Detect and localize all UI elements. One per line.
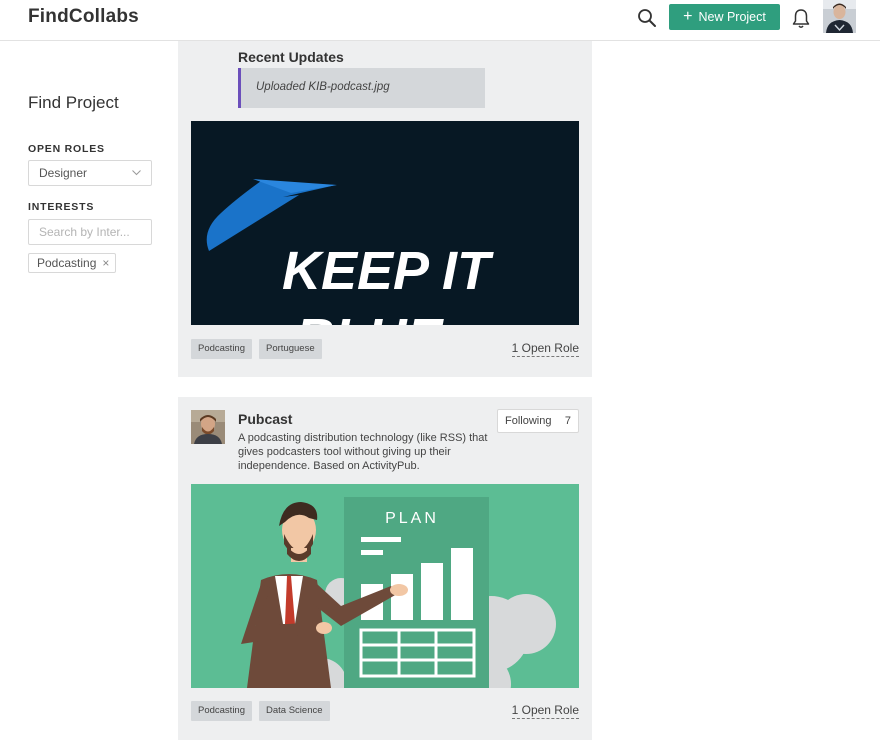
following-label: Following (505, 415, 552, 427)
project-card: Recent Updates Uploaded KIB-podcast.jpg … (178, 41, 592, 377)
tag-list: Podcasting Portuguese (191, 339, 322, 359)
new-project-button[interactable]: + New Project (669, 4, 780, 30)
project-image[interactable]: KEEP IT BLUE (191, 121, 579, 325)
image-text-line1: KEEP IT (282, 241, 494, 301)
following-button[interactable]: Following 7 (497, 409, 579, 433)
user-avatar[interactable] (823, 0, 856, 33)
project-name[interactable]: Pubcast (238, 411, 292, 427)
open-roles-select[interactable]: Designer (28, 160, 152, 186)
open-roles-link[interactable]: 1 Open Role (511, 341, 579, 357)
open-roles-link[interactable]: 1 Open Role (511, 703, 579, 719)
project-description: A podcasting distribution technology (li… (238, 432, 488, 472)
tag[interactable]: Portuguese (259, 339, 322, 359)
recent-updates-title: Recent Updates (238, 49, 344, 65)
interest-chip-label: Podcasting (37, 256, 97, 270)
notifications-bell-icon[interactable] (791, 8, 811, 30)
remove-chip-icon[interactable]: × (102, 256, 109, 272)
image-text-line2: BLUE (296, 308, 445, 325)
sidebar-title: Find Project (28, 93, 119, 112)
tag-list: Podcasting Data Science (191, 701, 330, 721)
tag[interactable]: Podcasting (191, 701, 253, 721)
interest-chip: Podcasting × (28, 253, 117, 273)
open-roles-label: OPEN ROLES (28, 143, 105, 155)
search-icon[interactable] (636, 7, 658, 29)
project-image[interactable]: PLAN (191, 484, 579, 688)
interests-label: INTERESTS (28, 201, 95, 213)
plan-image-text: PLAN (385, 510, 439, 527)
project-card: Pubcast A podcasting distribution techno… (178, 397, 592, 740)
project-avatar[interactable] (191, 410, 225, 444)
chevron-down-icon (132, 170, 141, 176)
update-text: Uploaded KIB-podcast.jpg (256, 81, 390, 93)
update-item[interactable]: Uploaded KIB-podcast.jpg (238, 68, 485, 108)
new-project-label: New Project (698, 10, 766, 24)
open-roles-selected-value: Designer (39, 166, 88, 180)
plus-icon: + (683, 8, 693, 25)
app-logo[interactable]: FindCollabs (28, 6, 139, 28)
tag[interactable]: Data Science (259, 701, 330, 721)
following-count: 7 (564, 415, 571, 427)
top-nav: FindCollabs + New Project (0, 0, 880, 41)
interests-search-input[interactable] (28, 219, 152, 245)
tag[interactable]: Podcasting (191, 339, 253, 359)
